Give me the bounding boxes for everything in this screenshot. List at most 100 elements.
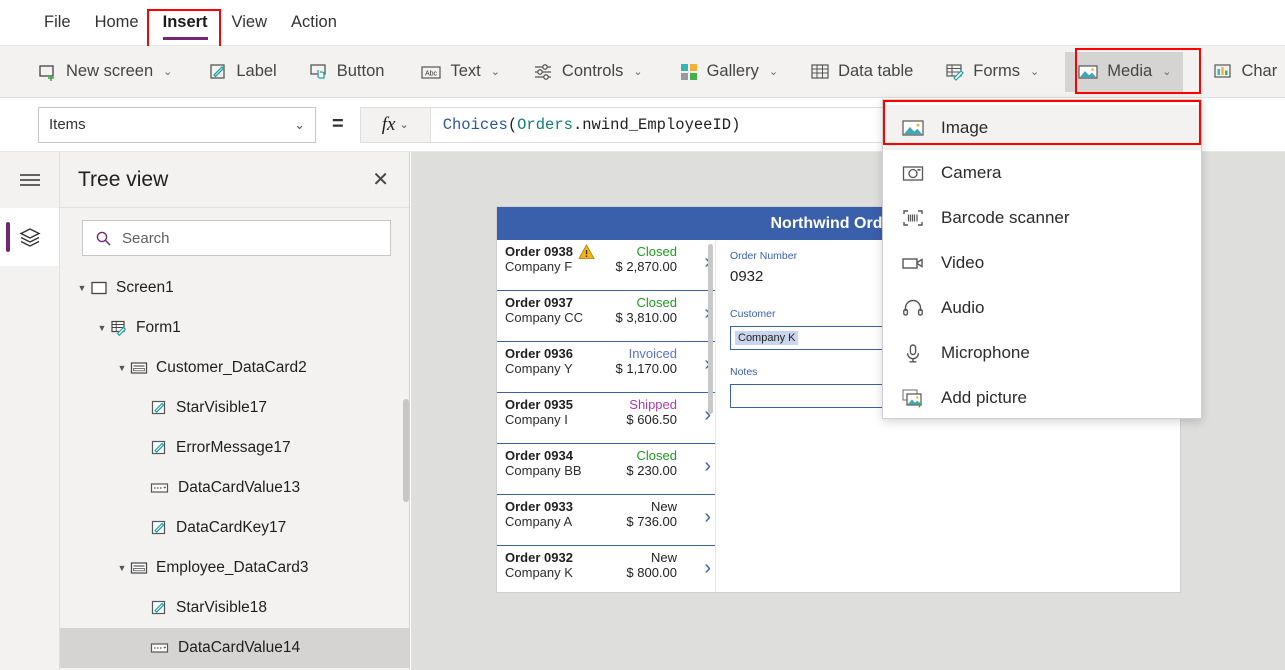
formula-dot: . <box>572 115 583 134</box>
hamburger-menu-button[interactable] <box>0 152 59 208</box>
tree-view-header: Tree view ✕ <box>60 152 409 208</box>
search-input[interactable]: Search <box>82 220 391 256</box>
search-icon <box>95 230 112 247</box>
menu-item-label: Video <box>941 252 985 272</box>
customer-value: Company K <box>735 331 799 345</box>
tree-view-panel: Tree view ✕ Search ▼ Screen1 ▼ Form1 ▼ C… <box>60 152 410 670</box>
menu-item-video[interactable]: Video <box>883 240 1201 285</box>
datacard-icon <box>130 559 148 577</box>
order-amount: $ 800.00 <box>626 565 677 580</box>
menu-item-label: Action <box>291 13 337 31</box>
tree-node-datacardvalue13[interactable]: DataCardValue13 <box>60 468 409 508</box>
chevron-right-icon[interactable]: › <box>704 558 711 578</box>
order-company: Company K <box>505 565 573 580</box>
tree-node-screen1[interactable]: ▼ Screen1 <box>60 268 409 308</box>
menu-item-barcode-scanner[interactable]: Barcode scanner <box>883 195 1201 240</box>
menu-item-audio[interactable]: Audio <box>883 285 1201 330</box>
order-company: Company F <box>505 259 573 274</box>
ribbon-data-table-button[interactable]: Data table <box>798 52 925 92</box>
screen-icon <box>90 279 108 297</box>
barcode-scanner-icon <box>901 207 925 229</box>
ribbon-button-button[interactable]: Button <box>297 52 397 92</box>
tree-node-label: StarVisible17 <box>176 399 268 416</box>
tree-node-starvisible17[interactable]: StarVisible17 <box>60 388 409 428</box>
chevron-down-icon: ⌄ <box>1162 66 1172 78</box>
menu-item-image[interactable]: Image <box>883 105 1201 150</box>
menu-item-action[interactable]: Action <box>279 0 349 46</box>
tree-node-form1[interactable]: ▼ Form1 <box>60 308 409 348</box>
property-selector-dropdown[interactable]: Items ⌄ <box>38 106 316 143</box>
forms-icon <box>945 62 965 82</box>
camera-icon <box>901 162 925 184</box>
tree-node-starvisible18[interactable]: StarVisible18 <box>60 588 409 628</box>
orders-gallery[interactable]: Order 0938 Closed Company F $ 2,870.00 O… <box>497 240 716 592</box>
menu-item-add-picture[interactable]: Add picture <box>883 375 1201 420</box>
ribbon-forms-button[interactable]: Forms ⌄ <box>933 52 1051 92</box>
tree-view-rail-button[interactable] <box>0 208 59 266</box>
search-placeholder: Search <box>122 229 170 247</box>
ribbon-item-label: Forms <box>973 62 1021 80</box>
ribbon-controls-button[interactable]: Controls ⌄ <box>520 52 655 92</box>
order-company: Company A <box>505 514 573 529</box>
expand-arrow-icon[interactable]: ▼ <box>94 323 110 333</box>
tree-node-errormessage17[interactable]: ErrorMessage17 <box>60 428 409 468</box>
chevron-down-icon: ⌄ <box>1030 66 1040 78</box>
tree-node-datacardkey17[interactable]: DataCardKey17 <box>60 508 409 548</box>
ribbon-item-label: Data table <box>838 62 914 80</box>
new-screen-icon <box>38 62 58 82</box>
ribbon-media-button[interactable]: Media ⌄ <box>1065 51 1184 92</box>
page-title: Tree view <box>78 167 169 191</box>
gallery-item[interactable]: Order 0934 Closed Company BB $ 230.00 › <box>497 444 715 495</box>
ribbon-new-screen-button[interactable]: New screen ⌄ <box>26 52 184 92</box>
menu-item-label: Home <box>94 13 139 31</box>
order-company: Company I <box>505 412 568 427</box>
tree-view-layers-icon <box>17 225 43 249</box>
menu-item-home[interactable]: Home <box>83 0 151 46</box>
gallery-item[interactable]: Order 0937 Closed Company CC $ 3,810.00 … <box>497 291 715 342</box>
order-amount: $ 230.00 <box>626 463 677 478</box>
data-table-icon <box>810 62 830 82</box>
fx-button[interactable]: fx ⌄ <box>359 106 430 143</box>
gallery-item[interactable]: Order 0933 New Company A $ 736.00 › <box>497 495 715 546</box>
tree-node-label: Form1 <box>136 319 181 336</box>
menu-item-insert[interactable]: Insert <box>151 0 220 46</box>
order-id: Order 0932 <box>505 550 573 565</box>
tree-node-customer-datacard2[interactable]: ▼ Customer_DataCard2 <box>60 348 409 388</box>
expand-arrow-icon[interactable]: ▼ <box>114 363 130 373</box>
ribbon-item-label: Gallery <box>706 62 759 80</box>
expand-arrow-icon[interactable]: ▼ <box>114 563 130 573</box>
close-icon[interactable]: ✕ <box>372 170 389 190</box>
tree-node-datacardvalue14[interactable]: DataCardValue14 <box>60 628 409 668</box>
ribbon-charts-button[interactable]: Char <box>1201 52 1285 92</box>
chevron-down-icon: ⌄ <box>294 116 305 132</box>
menu-item-label: View <box>231 13 268 31</box>
tree-view-scrollbar[interactable] <box>403 399 409 502</box>
menu-item-microphone[interactable]: Microphone <box>883 330 1201 375</box>
ribbon-text-button[interactable]: Abc Text ⌄ <box>408 52 511 92</box>
tree-node-label: Customer_DataCard2 <box>156 359 307 376</box>
tree-node-label: Employee_DataCard3 <box>156 559 309 576</box>
order-amount: $ 3,810.00 <box>615 310 677 325</box>
active-indicator-bar <box>6 222 10 252</box>
gallery-item[interactable]: Order 0932 New Company K $ 800.00 › <box>497 546 715 592</box>
chevron-right-icon[interactable]: › <box>704 507 711 527</box>
gallery-item[interactable]: Order 0936 Invoiced Company Y $ 1,170.00… <box>497 342 715 393</box>
order-number-value: 0932 <box>730 268 764 285</box>
gallery-scrollbar[interactable] <box>708 244 713 414</box>
expand-arrow-icon[interactable]: ▼ <box>74 283 90 293</box>
menu-item-label: Camera <box>941 162 1002 182</box>
ribbon-item-label: Text <box>450 62 481 80</box>
ribbon-gallery-button[interactable]: Gallery ⌄ <box>667 52 790 92</box>
menu-item-file[interactable]: File <box>32 0 83 46</box>
chevron-right-icon[interactable]: › <box>704 456 711 476</box>
ribbon-label-button[interactable]: Label <box>196 52 288 92</box>
tree-node-employee-datacard3[interactable]: ▼ Employee_DataCard3 <box>60 548 409 588</box>
gallery-item[interactable]: Order 0938 Closed Company F $ 2,870.00 <box>497 240 715 291</box>
gallery-item[interactable]: Order 0935 Shipped Company I $ 606.50 › <box>497 393 715 444</box>
menu-item-camera[interactable]: Camera <box>883 150 1201 195</box>
image-icon <box>901 117 925 139</box>
menu-item-label: Insert <box>162 13 208 31</box>
order-amount: $ 606.50 <box>626 412 677 427</box>
menu-item-view[interactable]: View <box>220 0 279 46</box>
order-amount: $ 1,170.00 <box>615 361 677 376</box>
